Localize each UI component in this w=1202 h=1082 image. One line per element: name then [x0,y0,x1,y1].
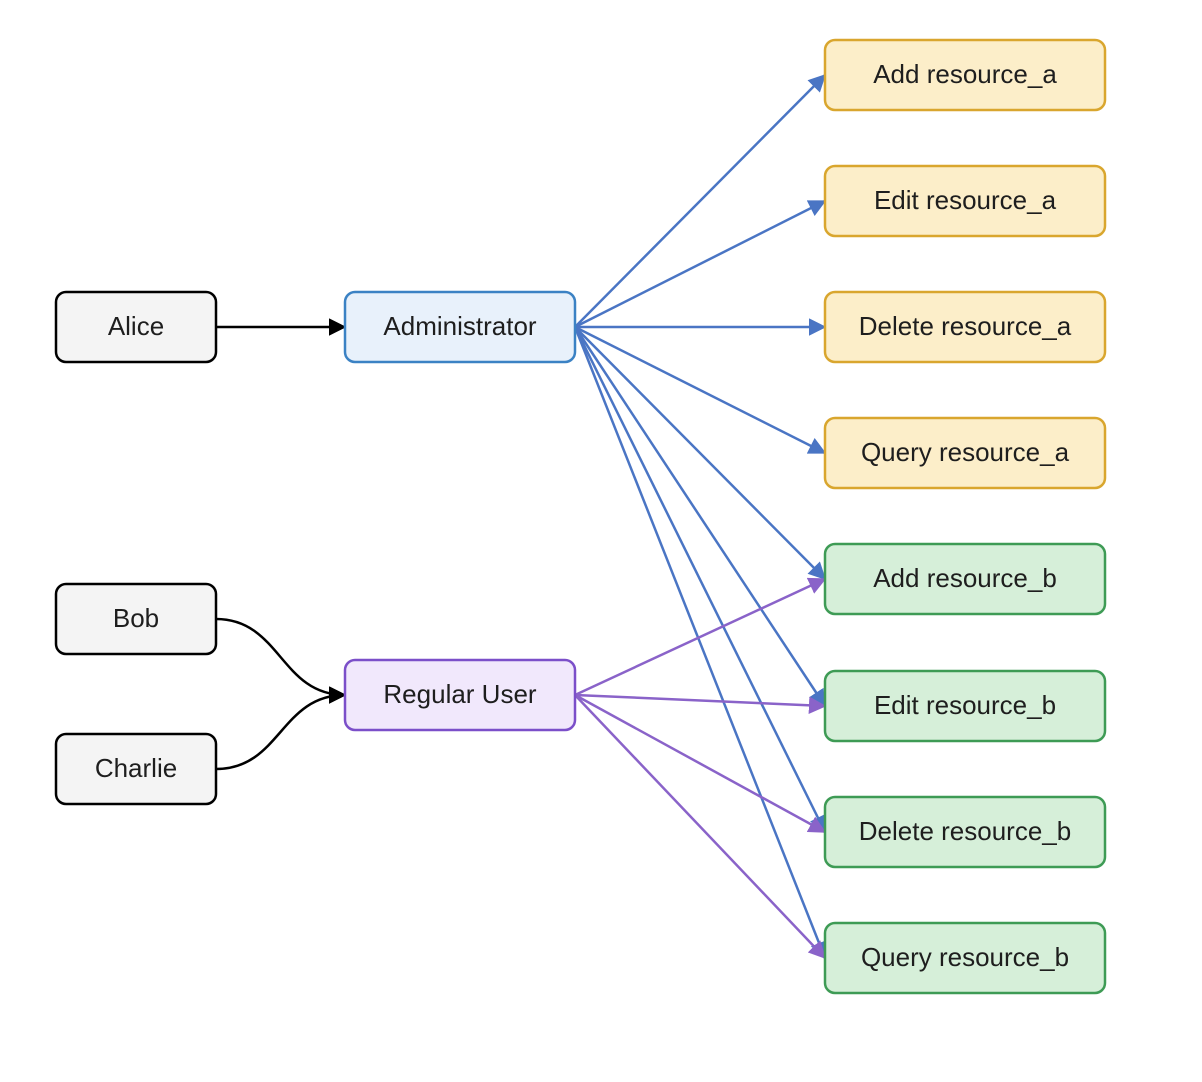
permissions-label-delete_b: Delete resource_b [859,816,1071,846]
edge-users-charlie-to-roles-regular [216,695,345,769]
permissions-node-query_b: Query resource_b [825,923,1105,993]
permissions-label-edit_a: Edit resource_a [874,185,1057,215]
edge-roles-regular-to-permissions-delete_b [575,695,825,832]
edge-roles-admin-to-permissions-query_a [575,327,825,453]
permissions-node-edit_a: Edit resource_a [825,166,1105,236]
rbac-diagram: Alice Bob Charlie Administrator Regular User… [0,0,1202,1082]
users-label-bob: Bob [113,603,159,633]
roles-node-admin: Administrator [345,292,575,362]
permissions-node-query_a: Query resource_a [825,418,1105,488]
edge-roles-admin-to-permissions-delete_b [575,327,825,832]
roles-node-regular: Regular User [345,660,575,730]
edge-roles-regular-to-permissions-add_b [575,579,825,695]
edges-layer [216,75,825,958]
edge-roles-admin-to-permissions-add_a [575,75,825,327]
edge-users-bob-to-roles-regular [216,619,345,695]
users-node-alice: Alice [56,292,216,362]
permissions-node-edit_b: Edit resource_b [825,671,1105,741]
users-node-charlie: Charlie [56,734,216,804]
permissions-label-add_b: Add resource_b [873,563,1057,593]
edge-roles-admin-to-permissions-query_b [575,327,825,958]
users-node-bob: Bob [56,584,216,654]
permissions-label-edit_b: Edit resource_b [874,690,1056,720]
permissions-label-query_a: Query resource_a [861,437,1070,467]
roles-label-regular: Regular User [383,679,537,709]
permissions-label-delete_a: Delete resource_a [859,311,1072,341]
edge-roles-admin-to-permissions-edit_a [575,201,825,327]
roles-label-admin: Administrator [383,311,536,341]
edge-roles-admin-to-permissions-edit_b [575,327,825,706]
users-label-alice: Alice [108,311,164,341]
nodes-layer: Alice Bob Charlie Administrator Regular User… [56,40,1105,993]
permissions-label-query_b: Query resource_b [861,942,1069,972]
permissions-node-delete_a: Delete resource_a [825,292,1105,362]
permissions-node-add_a: Add resource_a [825,40,1105,110]
permissions-node-delete_b: Delete resource_b [825,797,1105,867]
users-label-charlie: Charlie [95,753,177,783]
permissions-node-add_b: Add resource_b [825,544,1105,614]
edge-roles-admin-to-permissions-add_b [575,327,825,579]
permissions-label-add_a: Add resource_a [873,59,1057,89]
edge-roles-regular-to-permissions-edit_b [575,695,825,706]
edge-roles-regular-to-permissions-query_b [575,695,825,958]
